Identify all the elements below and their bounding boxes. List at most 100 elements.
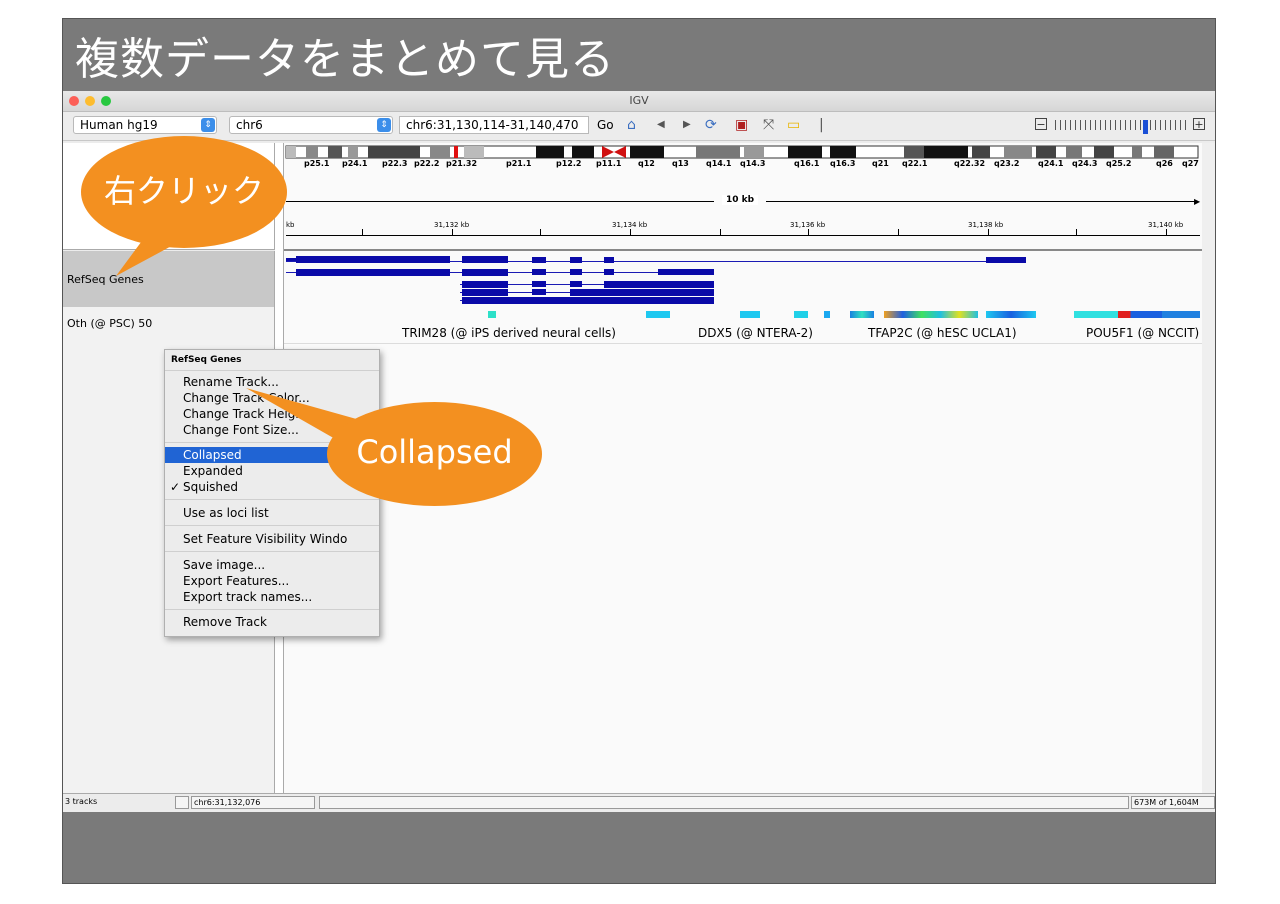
menu-separator <box>165 525 379 526</box>
checkmark-icon: ✓ <box>170 480 181 494</box>
menu-save-image[interactable]: Save image... <box>165 557 379 573</box>
home-icon[interactable]: ⌂ <box>627 118 636 132</box>
gene-exon <box>658 269 714 275</box>
zoom-slider-handle[interactable] <box>1143 120 1148 134</box>
expression-block <box>646 311 670 318</box>
band-label: q21 <box>872 159 889 168</box>
go-button[interactable]: Go <box>597 118 614 132</box>
ruler-baseline <box>286 235 1200 236</box>
track-context-menu: RefSeq Genes Rename Track... Change Trac… <box>164 349 380 637</box>
status-bar: 3 tracks chr6:31,132,076 673M of 1,604M <box>63 793 1215 812</box>
minimize-window-button[interactable] <box>85 96 95 106</box>
expression-block <box>1074 311 1200 318</box>
toolbar: Human hg19 ⇕ chr6 ⇕ chr6:31,130,114-31,1… <box>63 112 1215 141</box>
expression-block <box>740 311 760 318</box>
band-label: p11.1 <box>596 159 622 168</box>
gene-exon <box>604 281 714 288</box>
menu-change-color[interactable]: Change Track Color... <box>165 390 379 406</box>
expression-block <box>794 311 808 318</box>
span-label: 10 kb <box>722 195 759 205</box>
gene-exon <box>532 257 546 263</box>
gene-exon <box>570 269 582 275</box>
chromosome-value: chr6 <box>236 118 263 132</box>
arrow-right-icon: ▶ <box>1194 197 1201 206</box>
gene-exon <box>462 297 714 304</box>
band-label: q16.3 <box>830 159 856 168</box>
band-label: q24.3 <box>1072 159 1098 168</box>
track-name-expression[interactable]: Oth (@ PSC) 50 <box>67 317 152 330</box>
band-label: p21.1 <box>506 159 532 168</box>
menu-header: RefSeq Genes <box>171 355 242 365</box>
status-message <box>319 796 1129 809</box>
zoom-out-button[interactable]: − <box>1035 118 1047 130</box>
gene-exon <box>286 258 296 261</box>
window-title: IGV <box>629 94 649 107</box>
popup-info-icon[interactable]: ▭ <box>787 118 800 132</box>
expression-label: POU5F1 (@ NCCIT) <box>1086 326 1200 340</box>
span-line-right <box>766 201 1198 202</box>
chevron-updown-icon: ⇕ <box>201 118 215 132</box>
band-label: q14.3 <box>740 159 766 168</box>
region-icon[interactable]: ▣ <box>735 118 748 132</box>
close-window-button[interactable] <box>69 96 79 106</box>
zoom-widget: − + <box>1035 118 1205 134</box>
menu-export-track-names[interactable]: Export track names... <box>165 589 379 605</box>
ideogram-svg <box>285 145 1199 159</box>
ruler-label: 31,134 kb <box>612 221 648 229</box>
ruler-label: kb <box>286 221 295 229</box>
chromosome-select[interactable]: chr6 ⇕ <box>229 116 393 134</box>
track-divider <box>284 343 1202 344</box>
status-memory: 673M of 1,604M <box>1131 796 1215 809</box>
gene-exon <box>532 281 546 287</box>
band-label: p21.32 <box>446 159 478 168</box>
gene-exon <box>986 257 1026 263</box>
band-label: q26 <box>1156 159 1173 168</box>
zoom-slider[interactable] <box>1055 120 1187 134</box>
gene-exon <box>532 289 546 295</box>
gene-exon <box>604 257 614 263</box>
vertical-scrollbar[interactable] <box>1202 143 1215 793</box>
gene-exon <box>462 256 508 263</box>
expression-label: DDX5 (@ NTERA-2) <box>698 326 813 340</box>
span-line-left <box>286 201 714 202</box>
menu-separator <box>165 551 379 552</box>
genome-select[interactable]: Human hg19 ⇕ <box>73 116 217 134</box>
locus-input[interactable]: chr6:31,130,114-31,140,470 <box>399 116 589 134</box>
expression-block <box>884 311 978 318</box>
chromosome-ideogram[interactable]: p25.1 p24.1 p22.3 p22.2 p21.32 p21.1 p12… <box>284 145 1202 173</box>
status-indicator-icon <box>175 796 189 809</box>
menu-change-height[interactable]: Change Track Height... <box>165 406 379 422</box>
header-divider <box>284 249 1202 251</box>
zoom-window-button[interactable] <box>101 96 111 106</box>
expression-block <box>850 311 874 318</box>
forward-icon[interactable]: ▶ <box>683 118 691 132</box>
band-label: p24.1 <box>342 159 368 168</box>
menu-export-features[interactable]: Export Features... <box>165 573 379 589</box>
zoom-in-button[interactable]: + <box>1193 118 1205 130</box>
menu-rename-track[interactable]: Rename Track... <box>165 374 379 390</box>
gene-exon <box>296 256 450 263</box>
menu-squished-label: Squished <box>183 480 239 494</box>
ruler-label: 31,136 kb <box>790 221 826 229</box>
gene-exon <box>570 257 582 263</box>
menu-use-as-loci[interactable]: Use as loci list <box>165 505 379 521</box>
chevron-updown-icon: ⇕ <box>377 118 391 132</box>
band-label: p12.2 <box>556 159 582 168</box>
ruler-icon[interactable]: | <box>819 118 824 132</box>
resize-icon[interactable]: ⤧ <box>763 118 774 132</box>
gene-exon <box>462 269 508 276</box>
callout-right-click: 右クリック <box>81 136 287 248</box>
expression-block <box>986 311 1036 318</box>
genome-value: Human hg19 <box>80 118 158 132</box>
band-label: p25.1 <box>304 159 330 168</box>
refresh-icon[interactable]: ⟳ <box>705 118 717 132</box>
band-label: q12 <box>638 159 655 168</box>
callout-collapsed: Collapsed <box>327 402 542 506</box>
menu-feature-visibility[interactable]: Set Feature Visibility Windo <box>165 531 379 547</box>
band-label: p22.2 <box>414 159 440 168</box>
track-name-refseq[interactable]: RefSeq Genes <box>67 273 144 286</box>
back-icon[interactable]: ◀ <box>657 118 665 132</box>
gene-exon <box>532 269 546 275</box>
expression-block <box>824 311 830 318</box>
menu-remove-track[interactable]: Remove Track <box>165 614 379 630</box>
